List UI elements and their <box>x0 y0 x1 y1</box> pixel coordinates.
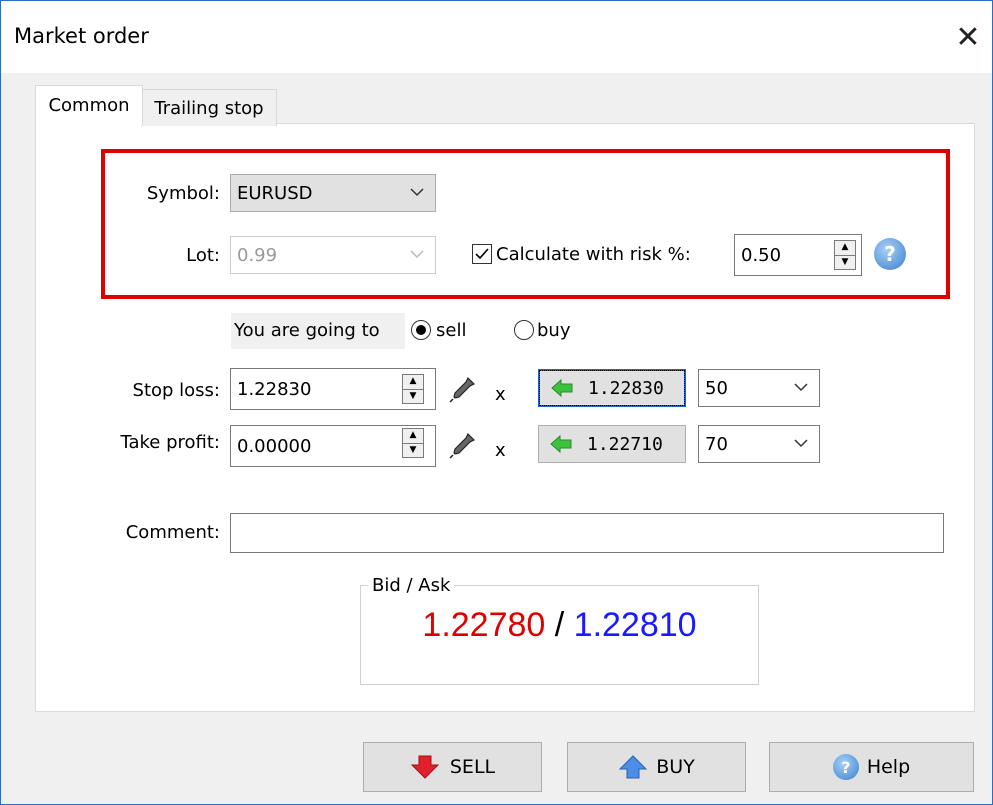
symbol-label: Symbol: <box>146 183 220 204</box>
buy-radio-label: buy <box>537 320 571 341</box>
tab-trailing-stop[interactable]: Trailing stop <box>141 89 277 126</box>
sell-radio-label: sell <box>436 320 467 341</box>
stop-loss-points-select[interactable]: 50 <box>698 369 820 407</box>
bid-ask-legend: Bid / Ask <box>368 575 455 596</box>
comment-input[interactable] <box>230 513 944 553</box>
take-profit-points-select[interactable]: 70 <box>698 425 820 463</box>
take-profit-points-value: 70 <box>705 433 728 455</box>
chevron-down-icon <box>410 250 424 259</box>
pick-price-icon[interactable] <box>448 374 478 404</box>
symbol-select[interactable]: EURUSD <box>230 174 436 212</box>
stop-loss-spinner[interactable]: ▲ ▼ <box>402 374 424 404</box>
buy-button-label: BUY <box>656 756 695 778</box>
direction-prompt: You are going to <box>234 320 380 341</box>
stop-loss-points-value: 50 <box>705 377 728 399</box>
arrow-left-icon <box>551 378 573 398</box>
tab-common[interactable]: Common <box>35 85 143 125</box>
comment-label: Comment: <box>125 522 220 543</box>
close-icon: ✕ <box>955 19 981 55</box>
bid-ask-separator: / <box>545 606 574 644</box>
symbol-value: EURUSD <box>237 182 313 204</box>
risk-checkbox-label: Calculate with risk %: <box>496 244 691 265</box>
sell-button[interactable]: SELL <box>363 742 542 792</box>
buy-button[interactable]: BUY <box>567 742 746 792</box>
lot-label: Lot: <box>186 245 220 266</box>
stop-loss-price-button[interactable]: 1.22830 <box>538 369 686 407</box>
stop-loss-price-value: 1.22830 <box>588 377 664 399</box>
sell-radio[interactable] <box>411 320 431 340</box>
spin-down-icon[interactable]: ▼ <box>403 388 423 404</box>
risk-percent-value: 0.50 <box>741 244 782 266</box>
title-bar <box>1 1 992 73</box>
take-profit-value: 0.00000 <box>237 435 312 457</box>
chevron-down-icon <box>410 188 424 197</box>
close-button[interactable]: ✕ <box>945 14 991 60</box>
buy-arrow-icon <box>619 755 648 779</box>
spin-down-icon[interactable]: ▼ <box>403 442 423 458</box>
ask-price: 1.22810 <box>573 606 697 644</box>
take-profit-label: Take profit: <box>120 432 220 453</box>
take-profit-spinner[interactable]: ▲ ▼ <box>402 428 424 458</box>
bid-ask-values: 1.22780 / 1.22810 <box>360 606 759 645</box>
sell-button-label: SELL <box>449 756 496 778</box>
spin-up-icon[interactable]: ▲ <box>835 241 855 255</box>
sell-arrow-icon <box>410 755 440 779</box>
help-icon: ? <box>832 754 859 780</box>
stop-loss-clear-button[interactable]: x <box>495 384 506 405</box>
risk-percent-spinner[interactable]: ▲ ▼ <box>834 240 856 270</box>
lot-value: 0.99 <box>237 244 278 266</box>
help-button[interactable]: ? Help <box>769 742 974 792</box>
arrow-left-icon <box>550 434 572 454</box>
risk-checkbox[interactable] <box>472 244 492 264</box>
stop-loss-value: 1.22830 <box>237 378 312 400</box>
take-profit-clear-button[interactable]: x <box>495 440 506 461</box>
chevron-down-icon <box>794 383 808 392</box>
spin-up-icon[interactable]: ▲ <box>403 375 423 389</box>
window-title: Market order <box>14 24 149 48</box>
help-button-label: Help <box>866 756 911 778</box>
buy-radio[interactable] <box>514 320 534 340</box>
pick-price-icon[interactable] <box>448 430 478 460</box>
checkmark-icon <box>475 248 489 260</box>
chevron-down-icon <box>794 439 808 448</box>
highlight-box <box>101 149 950 299</box>
take-profit-price-button[interactable]: 1.22710 <box>538 425 686 463</box>
spin-down-icon[interactable]: ▼ <box>835 254 855 270</box>
help-icon[interactable]: ? <box>874 238 906 270</box>
take-profit-price-value: 1.22710 <box>587 433 663 455</box>
lot-select[interactable]: 0.99 <box>230 236 436 274</box>
stop-loss-label: Stop loss: <box>132 380 220 401</box>
spin-up-icon[interactable]: ▲ <box>403 429 423 443</box>
bid-price: 1.22780 <box>422 606 546 644</box>
